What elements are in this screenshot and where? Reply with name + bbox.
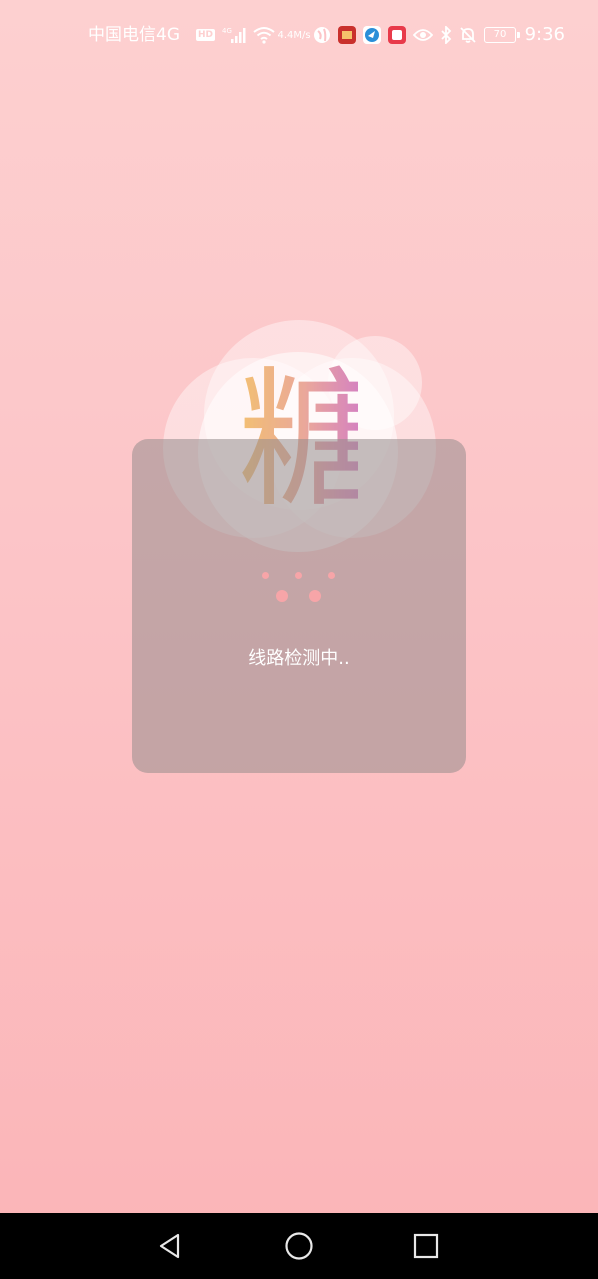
carrier-label: 中国电信4G xyxy=(88,24,180,46)
globe-icon xyxy=(313,26,331,44)
back-button[interactable] xyxy=(153,1229,187,1263)
home-button[interactable] xyxy=(282,1229,316,1263)
battery-icon: 70 xyxy=(484,27,521,43)
spinner-dot xyxy=(309,590,321,602)
home-icon xyxy=(285,1232,313,1260)
hd-icon: HD xyxy=(196,29,216,41)
recents-button[interactable] xyxy=(409,1229,443,1263)
net-speed: 4.4 M/s xyxy=(277,30,310,41)
navigation-bar xyxy=(0,1213,598,1279)
wifi-icon xyxy=(253,26,275,44)
signal-icon: 4G xyxy=(222,26,246,44)
app-icon xyxy=(363,26,382,44)
bell-off-icon xyxy=(459,26,477,44)
recents-icon xyxy=(413,1233,439,1259)
clock: 9:36 xyxy=(524,24,565,45)
signal-label: 4G xyxy=(222,27,232,35)
loading-dialog: 线路检测中.. xyxy=(132,439,466,773)
loading-spinner xyxy=(132,439,466,773)
app-icon xyxy=(388,26,407,44)
status-icons: HD 4G 4.4 M/s 70 xyxy=(196,20,523,50)
back-icon xyxy=(159,1233,180,1259)
net-speed-unit: M/s xyxy=(293,29,311,41)
loading-text: 线路检测中.. xyxy=(248,648,350,669)
net-speed-value: 4.4 xyxy=(277,29,294,41)
spinner-dot xyxy=(295,572,302,579)
carrier-text: 中国电信4G xyxy=(88,25,180,45)
app-icon xyxy=(338,26,357,44)
status-bar: 中国电信4G HD 4G 4.4 M/s 70 9:36 xyxy=(0,0,598,70)
eye-icon xyxy=(413,28,434,42)
spinner-dot xyxy=(328,572,335,579)
battery-level: 70 xyxy=(493,29,507,40)
spinner-dot xyxy=(276,590,288,602)
spinner-dot xyxy=(262,572,269,579)
bluetooth-icon xyxy=(440,26,452,44)
